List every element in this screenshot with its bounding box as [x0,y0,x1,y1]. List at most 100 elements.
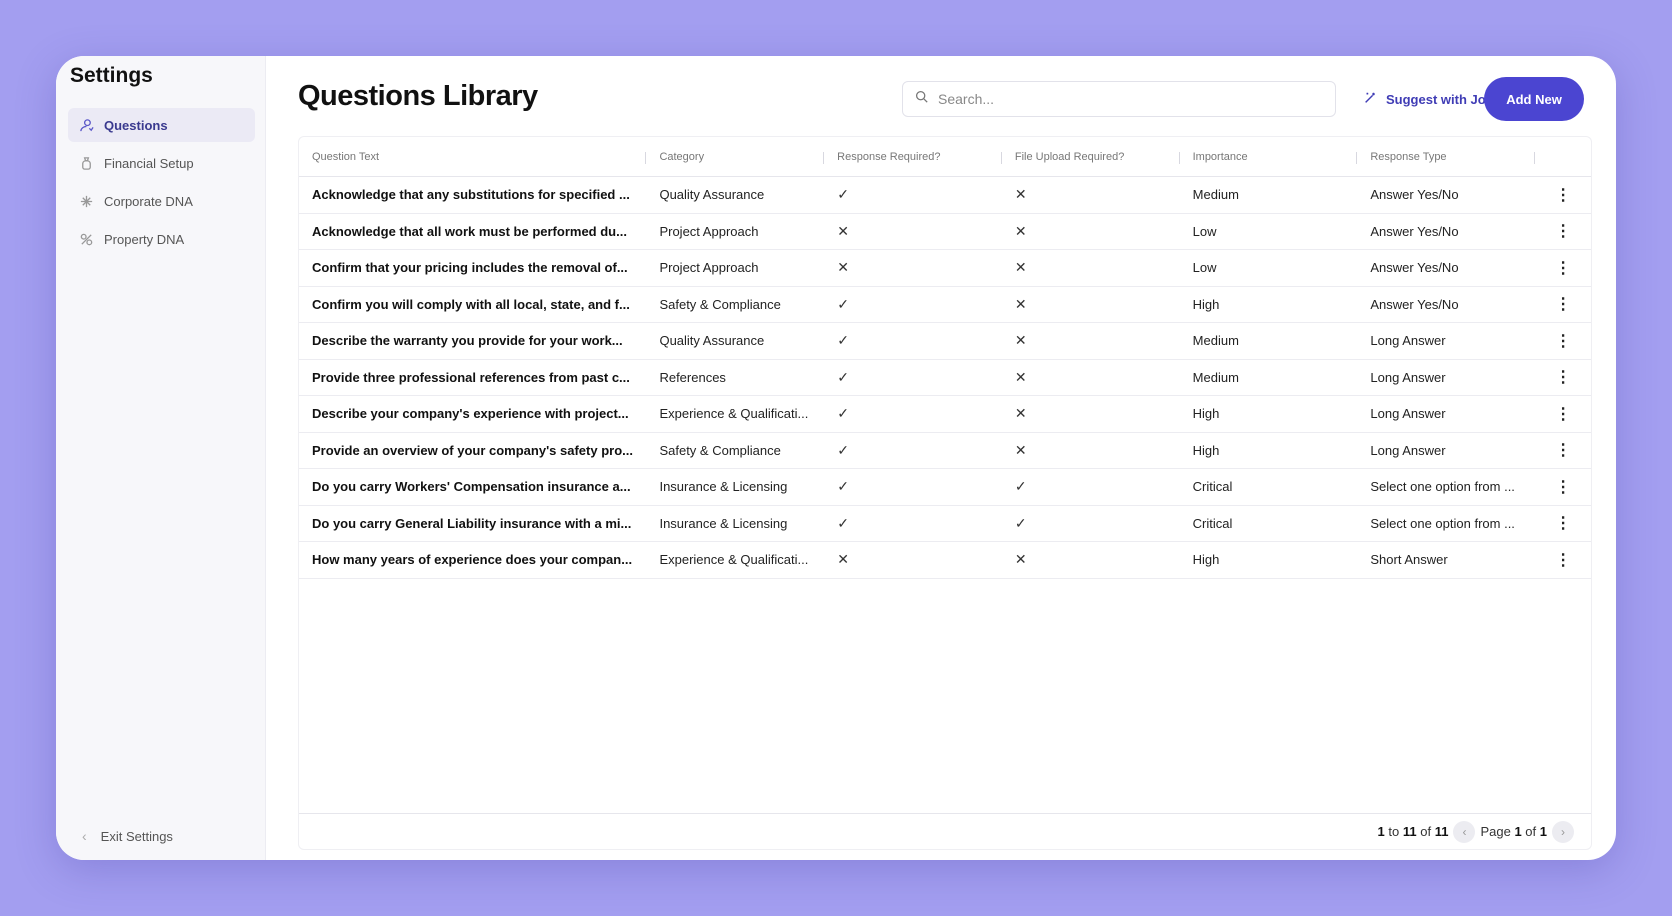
table-row[interactable]: Confirm that your pricing includes the r… [299,250,1591,287]
question-text-cell: Confirm that your pricing includes the r… [312,260,628,276]
sidebar-item-label: Corporate DNA [104,193,193,209]
questions-table: Question Text Category Response Required… [298,136,1592,850]
response-required-cell: ✕ [837,551,849,568]
more-vertical-icon: ⋮ [1555,332,1572,350]
sidebar-item-property-dna[interactable]: Property DNA [68,222,255,256]
page-of-text: of [1525,824,1537,839]
table-row[interactable]: How many years of experience does your c… [299,542,1591,579]
table-row[interactable]: Acknowledge that any substitutions for s… [299,177,1591,214]
importance-cell: High [1192,406,1220,422]
range-start: 1 [1377,824,1385,839]
response-required-cell: ✓ [837,332,849,349]
file-upload-required-cell: ✕ [1014,259,1027,276]
file-upload-required-cell: ✓ [1014,478,1027,495]
category-cell: Insurance & Licensing [659,479,788,495]
question-text-cell: Acknowledge that any substitutions for s… [312,187,630,203]
column-header-importance[interactable]: Importance [1180,151,1358,164]
add-new-button[interactable]: Add New [1484,77,1584,121]
table-row[interactable]: Provide three professional references fr… [299,360,1591,396]
page-header: Questions Library Suggest with Joy Add N… [298,56,1590,136]
question-text-cell: Provide three professional references fr… [312,369,630,385]
file-upload-required-cell: ✕ [1014,295,1027,312]
response-required-cell: ✓ [837,186,849,203]
sidebar-item-financial-setup[interactable]: Financial Setup [68,146,255,180]
row-menu-button[interactable]: ⋮ [1535,404,1591,424]
file-upload-required-cell: ✕ [1014,332,1027,349]
sidebar-item-label: Financial Setup [104,155,194,171]
column-header-response-required[interactable]: Response Required? [824,151,1002,164]
more-vertical-icon: ⋮ [1555,369,1572,387]
question-text-cell: Do you carry Workers' Compensation insur… [312,479,631,495]
suggest-label: Suggest with Joy [1386,91,1493,107]
row-menu-button[interactable]: ⋮ [1535,185,1591,205]
row-menu-button[interactable]: ⋮ [1535,258,1591,278]
row-menu-button[interactable]: ⋮ [1535,221,1591,241]
exit-settings-link[interactable]: ‹ Exit Settings [82,828,173,844]
prev-page-button[interactable]: ‹ [1453,820,1476,843]
row-menu-button[interactable]: ⋮ [1535,294,1591,314]
response-type-cell: Select one option from ... [1370,515,1515,531]
question-text-cell: Acknowledge that all work must be perfor… [312,223,627,239]
table-row[interactable]: Describe your company's experience with … [299,396,1591,433]
response-type-cell: Long Answer [1370,369,1446,385]
sidebar-item-questions[interactable]: Questions [68,108,255,142]
more-vertical-icon: ⋮ [1555,186,1572,204]
category-cell: Safety & Compliance [659,442,781,458]
row-menu-button[interactable]: ⋮ [1535,440,1591,460]
category-cell: References [659,369,726,385]
response-required-cell: ✕ [837,259,849,276]
chevron-left-icon: ‹ [1462,824,1467,839]
sparkle-icon [78,193,94,209]
more-vertical-icon: ⋮ [1555,442,1572,460]
more-vertical-icon: ⋮ [1555,223,1572,241]
response-type-cell: Long Answer [1370,442,1446,458]
category-cell: Safety & Compliance [659,296,781,312]
range-total: 11 [1434,824,1449,839]
table-row[interactable]: Do you carry Workers' Compensation insur… [299,469,1591,506]
table-row[interactable]: Describe the warranty you provide for yo… [299,323,1591,360]
column-header-file-upload-required[interactable]: File Upload Required? [1002,151,1180,164]
range-to-text: to [1388,824,1400,839]
more-vertical-icon: ⋮ [1555,478,1572,496]
page-text: Page [1480,824,1511,839]
search-icon [915,90,928,108]
file-upload-required-cell: ✕ [1014,222,1027,239]
sidebar-title: Settings [70,64,153,87]
column-header-category[interactable]: Category [646,151,825,164]
question-text-cell: Confirm you will comply with all local, … [312,296,630,312]
column-header-question-text[interactable]: Question Text [299,151,647,164]
table-row[interactable]: Confirm you will comply with all local, … [299,287,1591,323]
questions-icon [78,117,94,133]
table-body: Acknowledge that any substitutions for s… [299,177,1591,579]
category-cell: Insurance & Licensing [659,515,788,531]
settings-window: Settings Questions Financial Setup Corpo… [56,56,1616,860]
importance-cell: High [1192,442,1220,458]
row-menu-button[interactable]: ⋮ [1535,477,1591,497]
table-header: Question Text Category Response Required… [299,137,1591,177]
search-input[interactable] [938,91,1318,107]
total-pages: 1 [1539,824,1547,839]
sidebar-item-corporate-dna[interactable]: Corporate DNA [68,184,255,218]
category-cell: Experience & Qualificati... [659,552,809,568]
importance-cell: Medium [1192,187,1239,203]
table-row[interactable]: Acknowledge that all work must be perfor… [299,214,1591,250]
table-row[interactable]: Provide an overview of your company's sa… [299,433,1591,469]
search-box [902,81,1336,117]
file-upload-required-cell: ✕ [1014,368,1027,385]
next-page-button[interactable]: › [1552,820,1574,843]
row-menu-button[interactable]: ⋮ [1535,331,1591,351]
row-menu-button[interactable]: ⋮ [1535,367,1591,387]
sidebar: Settings Questions Financial Setup Corpo… [56,56,266,860]
row-menu-button[interactable]: ⋮ [1535,550,1591,570]
column-header-response-type[interactable]: Response Type [1357,151,1536,164]
response-required-cell: ✓ [837,295,849,312]
row-menu-button[interactable]: ⋮ [1535,513,1591,533]
main-content: Questions Library Suggest with Joy Add N… [266,56,1616,860]
suggest-with-joy-button[interactable]: Suggest with Joy [1363,85,1493,113]
response-required-cell: ✓ [837,441,849,458]
property-icon [78,231,94,247]
file-upload-required-cell: ✕ [1014,551,1027,568]
more-vertical-icon: ⋮ [1555,259,1572,277]
table-row[interactable]: Do you carry General Liability insurance… [299,506,1591,542]
magic-wand-icon [1363,91,1377,108]
